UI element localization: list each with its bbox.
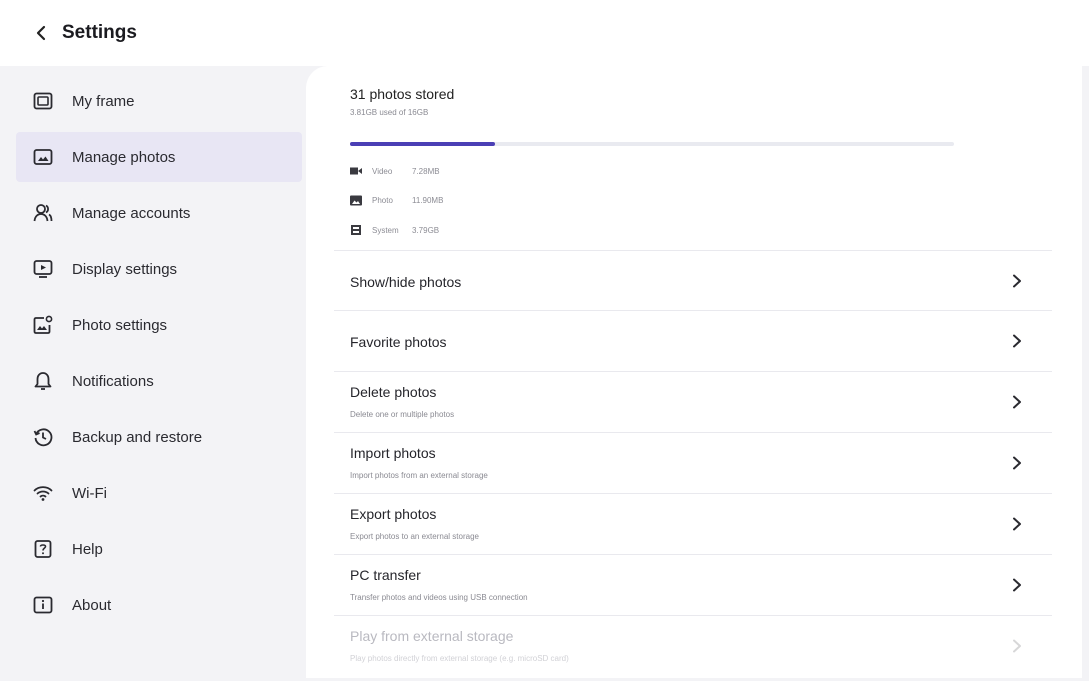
row-title: Favorite photos — [350, 334, 447, 350]
row-title: PC transfer — [350, 567, 421, 583]
info-icon — [32, 594, 54, 616]
row-title: Play from external storage — [350, 628, 514, 644]
row-description: Play photos directly from external stora… — [350, 654, 569, 663]
legend-size: 7.28MB — [412, 166, 440, 176]
frame-icon — [32, 90, 54, 112]
legend-system: System 3.79GB — [350, 223, 439, 237]
header: Settings — [0, 0, 1089, 66]
row-export-photos[interactable]: Export photos Export photos to an extern… — [334, 493, 1052, 554]
sidebar-item-notifications[interactable]: Notifications — [16, 356, 302, 406]
legend-size: 11.90MB — [412, 195, 444, 205]
legend-name: Video — [372, 166, 393, 176]
storage-usage-bar — [350, 142, 954, 146]
chevron-right-icon — [1010, 639, 1024, 653]
settings-screen: Settings My frame Manage photos Manage a… — [0, 0, 1089, 681]
sidebar-item-label: Photo settings — [72, 316, 168, 334]
video-icon — [350, 166, 362, 177]
display-icon — [32, 258, 54, 280]
chevron-right-icon — [1010, 517, 1024, 531]
main-panel: 31 photos stored 3.81GB used of 16GB Vid… — [306, 66, 1082, 678]
sidebar-item-wifi[interactable]: Wi-Fi — [16, 468, 302, 518]
row-pc-transfer[interactable]: PC transfer Transfer photos and videos u… — [334, 554, 1052, 615]
sidebar-item-label: Manage accounts — [72, 204, 191, 222]
row-description: Import photos from an external storage — [350, 471, 488, 480]
sidebar-item-manage-photos[interactable]: Manage photos — [16, 132, 302, 182]
row-play-from-external-storage: Play from external storage Play photos d… — [334, 615, 1052, 676]
legend-photo: Photo 11.90MB — [350, 193, 443, 207]
sidebar-item-help[interactable]: Help — [16, 524, 302, 574]
sidebar-item-about[interactable]: About — [16, 580, 302, 630]
sidebar-item-label: Manage photos — [72, 148, 176, 166]
row-title: Export photos — [350, 506, 437, 522]
sidebar-item-label: Notifications — [72, 372, 154, 390]
sidebar-item-label: Help — [72, 540, 103, 558]
storage-usage-fill — [350, 142, 495, 146]
back-button[interactable] — [26, 18, 56, 48]
chevron-right-icon — [1010, 395, 1024, 409]
wifi-icon — [32, 482, 54, 504]
row-import-photos[interactable]: Import photos Import photos from an exte… — [334, 432, 1052, 493]
storage-summary: 31 photos stored 3.81GB used of 16GB Vid… — [350, 86, 1070, 235]
legend-video: Video 7.28MB — [350, 164, 440, 178]
sidebar-item-label: My frame — [72, 92, 135, 110]
sidebar: My frame Manage photos Manage accounts D… — [8, 66, 304, 676]
chevron-right-icon — [1010, 274, 1024, 288]
chevron-right-icon — [1010, 456, 1024, 470]
sidebar-item-label: Backup and restore — [72, 428, 203, 446]
storage-title: 31 photos stored — [350, 86, 455, 102]
legend-size: 3.79GB — [412, 225, 440, 235]
row-delete-photos[interactable]: Delete photos Delete one or multiple pho… — [334, 371, 1052, 432]
row-title: Delete photos — [350, 384, 437, 400]
row-description: Export photos to an external storage — [350, 532, 479, 541]
row-description: Delete one or multiple photos — [350, 410, 455, 419]
row-description: Transfer photos and videos using USB con… — [350, 593, 528, 602]
photo-icon — [350, 195, 362, 206]
page-title: Settings — [62, 22, 137, 43]
storage-subtitle: 3.81GB used of 16GB — [350, 108, 429, 117]
system-icon — [350, 225, 362, 236]
sidebar-item-my-frame[interactable]: My frame — [16, 76, 302, 126]
chevron-right-icon — [1010, 334, 1024, 348]
accounts-icon — [32, 202, 54, 224]
legend-name: System — [372, 225, 399, 235]
help-icon — [32, 538, 54, 560]
sidebar-item-label: About — [72, 596, 112, 614]
chevron-right-icon — [1010, 578, 1024, 592]
backup-icon — [32, 426, 54, 448]
sidebar-item-manage-accounts[interactable]: Manage accounts — [16, 188, 302, 238]
photo-gallery-icon — [32, 146, 54, 168]
legend-name: Photo — [372, 195, 393, 205]
photo-settings-icon — [32, 314, 54, 336]
row-title: Import photos — [350, 445, 436, 461]
chevron-left-icon — [36, 25, 46, 41]
sidebar-item-label: Display settings — [72, 260, 178, 278]
sidebar-item-backup-and-restore[interactable]: Backup and restore — [16, 412, 302, 462]
row-favorite-photos[interactable]: Favorite photos — [334, 310, 1052, 371]
bell-icon — [32, 370, 54, 392]
sidebar-item-display-settings[interactable]: Display settings — [16, 244, 302, 294]
row-title: Show/hide photos — [350, 274, 462, 290]
sidebar-item-photo-settings[interactable]: Photo settings — [16, 300, 302, 350]
row-show-hide-photos[interactable]: Show/hide photos — [334, 250, 1052, 311]
sidebar-item-label: Wi-Fi — [72, 484, 107, 502]
